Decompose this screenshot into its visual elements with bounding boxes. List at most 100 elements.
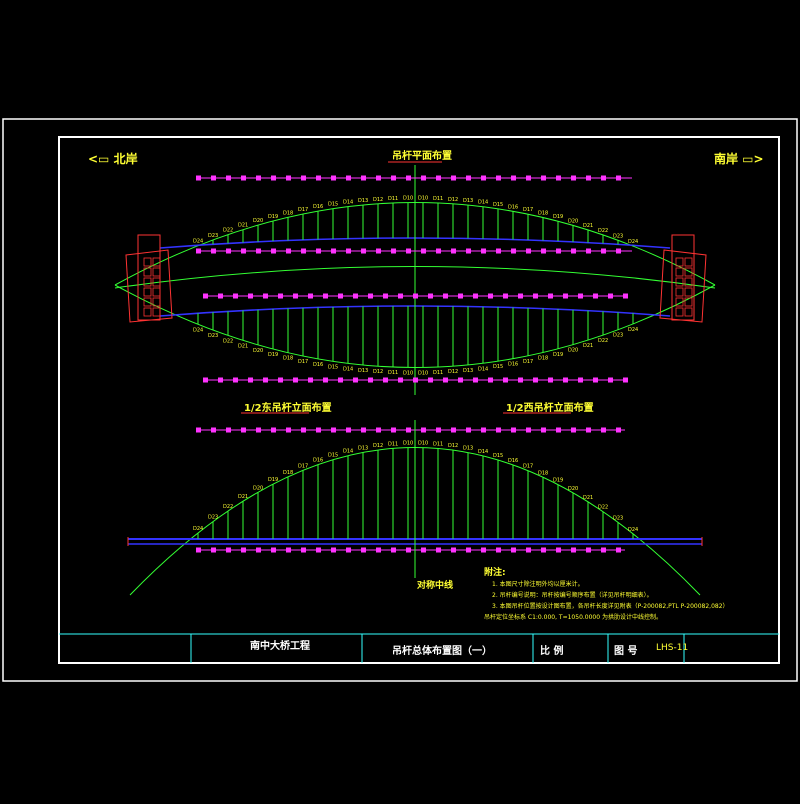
dim-tick	[451, 427, 456, 433]
dim-tick	[361, 547, 366, 553]
dim-tick	[541, 427, 546, 433]
dim-tick	[616, 248, 621, 254]
dim-tick	[263, 377, 268, 383]
plan-bottom-label: D21	[238, 343, 248, 349]
pier-cell	[152, 287, 161, 297]
dim-tick	[203, 377, 208, 383]
plan-bottom-label: D16	[313, 362, 323, 368]
dim-tick	[316, 248, 321, 254]
dim-tick	[308, 293, 313, 299]
number-value: LHS-11	[656, 643, 689, 653]
dim-tick	[376, 427, 381, 433]
dim-tick	[526, 427, 531, 433]
drawing-name: 吊杆总体布置图（一）	[392, 646, 492, 657]
elev-label: D19	[268, 477, 278, 483]
plan-top-label: D11	[388, 196, 398, 202]
plan-top-label: D12	[373, 197, 383, 203]
plan-top-label: D15	[493, 202, 503, 208]
dim-tick	[443, 293, 448, 299]
elev-label: D13	[463, 446, 473, 452]
dim-tick	[248, 293, 253, 299]
dim-tick	[391, 175, 396, 181]
dim-tick	[271, 175, 276, 181]
elev-label: D11	[388, 441, 398, 447]
pier-cell	[675, 257, 684, 267]
elev-label: D12	[448, 443, 458, 449]
elev-label: D24	[628, 527, 638, 533]
dim-tick	[211, 175, 216, 181]
dim-tick	[233, 377, 238, 383]
plan-top-label: D10	[418, 196, 428, 202]
dim-tick	[496, 427, 501, 433]
dim-tick	[376, 248, 381, 254]
dim-tick	[218, 377, 223, 383]
north-bank-label: <▭ 北岸	[88, 152, 138, 166]
elevation-view	[127, 420, 703, 596]
dim-tick	[563, 377, 568, 383]
elev-label: D19	[553, 478, 563, 484]
dim-tick	[391, 248, 396, 254]
dim-tick	[451, 547, 456, 553]
dim-tick	[301, 427, 306, 433]
plan-top-label: D19	[268, 214, 278, 220]
plan-top-label: D16	[508, 204, 518, 210]
dim-tick	[436, 248, 441, 254]
dim-tick	[346, 547, 351, 553]
dim-tick	[271, 427, 276, 433]
elev-label: D14	[343, 449, 353, 455]
dim-tick	[241, 547, 246, 553]
dim-tick	[586, 427, 591, 433]
dim-tick	[586, 175, 591, 181]
plan-top-label: D17	[523, 207, 533, 213]
elev-label: D18	[283, 470, 293, 476]
plan-bottom-label: D10	[403, 370, 413, 376]
dim-tick	[466, 175, 471, 181]
plan-top-label: D21	[583, 223, 593, 229]
dim-tick	[578, 377, 583, 383]
plan-bottom-label: D17	[523, 359, 533, 365]
dim-tick	[398, 377, 403, 383]
dim-tick	[518, 377, 523, 383]
dim-tick	[226, 427, 231, 433]
plan-top-label: D18	[283, 210, 293, 216]
dim-tick	[248, 377, 253, 383]
dim-tick	[413, 293, 418, 299]
dim-tick	[518, 293, 523, 299]
dim-tick	[301, 175, 306, 181]
dim-tick	[316, 547, 321, 553]
plan-bottom-label: D15	[493, 364, 503, 370]
dim-tick	[338, 377, 343, 383]
dim-tick	[473, 377, 478, 383]
pier-cell	[684, 287, 693, 297]
dim-tick	[316, 175, 321, 181]
dim-tick	[556, 248, 561, 254]
pier-cell	[684, 307, 693, 317]
plan-top-label: D10	[403, 196, 413, 202]
dim-tick	[451, 175, 456, 181]
dim-tick	[278, 377, 283, 383]
plan-top-label: D13	[358, 198, 368, 204]
dim-tick	[571, 248, 576, 254]
plan-bottom-label: D24	[628, 327, 638, 333]
pier-cell	[143, 287, 152, 297]
elev-label: D13	[358, 445, 368, 451]
elev-label: D20	[568, 486, 578, 492]
plan-top-label: D20	[253, 218, 263, 224]
elev-east-title: 1/2东吊杆立面布置	[244, 403, 332, 414]
dim-tick	[556, 427, 561, 433]
plan-top-label: D12	[448, 197, 458, 203]
plan-bottom-label: D12	[373, 369, 383, 375]
plan-bottom-label: D23	[613, 333, 623, 339]
dim-tick	[286, 427, 291, 433]
note-line-3: 3. 本图吊杆位置按设计图布置，各吊杆长度详见附表（P-200082,PTL P…	[492, 603, 729, 610]
dim-tick	[443, 377, 448, 383]
dim-tick	[346, 175, 351, 181]
plan-top-label: D14	[478, 200, 488, 206]
dim-tick	[593, 377, 598, 383]
plan-bottom-label: D17	[298, 359, 308, 365]
dim-tick	[496, 175, 501, 181]
dim-tick	[383, 377, 388, 383]
plan-top-label: D23	[613, 233, 623, 239]
dim-tick	[256, 427, 261, 433]
dim-tick	[256, 547, 261, 553]
